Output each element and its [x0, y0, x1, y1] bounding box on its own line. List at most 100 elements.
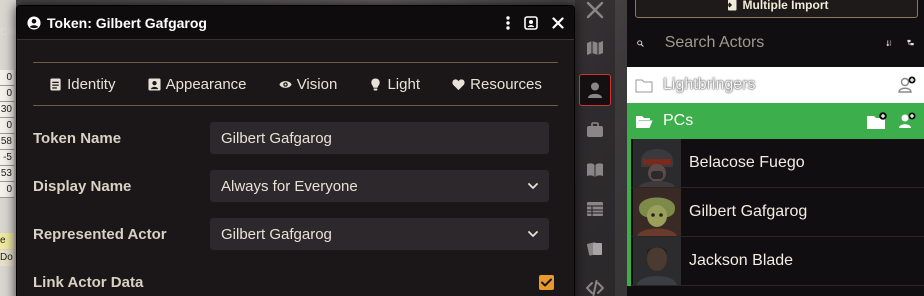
folder-pcs[interactable]: PCs — [627, 103, 924, 139]
folder-lightbringers[interactable]: Lightbringers — [627, 67, 924, 103]
collapse-folders-icon[interactable] — [907, 35, 914, 51]
link-actor-data-row: Link Actor Data — [33, 258, 558, 296]
display-name-row: Display Name Always for Everyone — [33, 162, 558, 210]
window-header[interactable]: Token: Gilbert Gafgarog — [17, 6, 574, 40]
cards-icon — [587, 242, 602, 256]
actor-entry-jackson-blade[interactable]: Jackson Blade — [631, 237, 924, 286]
menu-icon[interactable] — [506, 15, 510, 30]
user-icon — [588, 82, 602, 98]
table-icon — [587, 202, 603, 216]
actor-entry-gilbert-gafgarog[interactable]: Gilbert Gafgarog — [631, 188, 924, 237]
link-actor-data-label: Link Actor Data — [33, 273, 144, 291]
folder-actions — [898, 76, 916, 94]
sort-icon[interactable]: 12 — [886, 35, 893, 51]
multiple-import-label: Multiple Import — [742, 0, 829, 12]
actor-name: Belacose Fuego — [689, 154, 805, 171]
search-icon — [637, 39, 644, 47]
represented-actor-row: Represented Actor Gilbert Gafgarog — [33, 210, 558, 258]
tab-appearance[interactable]: Appearance — [148, 76, 247, 93]
tab-label: Resources — [470, 75, 542, 93]
display-name-value: Always for Everyone — [221, 177, 358, 195]
id-card-icon — [50, 77, 61, 91]
eye-icon — [279, 80, 292, 88]
sheet-button[interactable]: e — [0, 233, 14, 249]
code-icon — [586, 280, 604, 296]
represented-actor-select[interactable]: Gilbert Gafgarog — [210, 218, 549, 250]
checkmark-icon — [541, 278, 552, 286]
file-import-icon — [725, 0, 736, 11]
add-actor-icon[interactable] — [898, 112, 916, 130]
lightbulb-icon — [371, 77, 381, 91]
tab-label: Light — [387, 75, 420, 93]
sheet-value: 0 — [0, 86, 14, 102]
folder-name: PCs — [663, 112, 694, 129]
token-name-row: Token Name Gilbert Gafgarog — [33, 114, 558, 162]
sheet-value: 0 — [0, 70, 14, 86]
user-circle-icon — [27, 15, 41, 30]
sheet-icon[interactable] — [524, 15, 538, 30]
tab-vision[interactable]: Vision — [279, 75, 338, 93]
tab-identity[interactable]: Identity — [49, 76, 115, 93]
chevron-down-icon — [528, 183, 538, 189]
cards-tab[interactable] — [579, 233, 611, 265]
search-actors-input[interactable] — [664, 34, 872, 52]
portrait-icon — [148, 77, 161, 91]
represented-actor-value: Gilbert Gafgarog — [221, 225, 332, 243]
multiple-import-button[interactable]: Multiple Import — [635, 0, 918, 18]
sheet-value: 53 — [0, 166, 14, 182]
scenes-tab[interactable] — [579, 32, 611, 64]
add-actor-icon[interactable] — [898, 76, 916, 94]
tab-resources[interactable]: Resources — [452, 76, 542, 93]
folder-name: Lightbringers — [663, 76, 756, 93]
svg-text:2: 2 — [889, 43, 891, 47]
actors-tab[interactable] — [579, 74, 611, 106]
directory-search-row: 12 — [627, 26, 924, 60]
actor-list: Belacose Fuego Gilbert Gafgarog Jackson … — [627, 139, 924, 286]
journal-tab[interactable] — [579, 154, 611, 186]
chevron-down-icon — [528, 231, 538, 237]
create-folder-icon[interactable] — [866, 112, 888, 130]
folder-icon — [635, 79, 653, 92]
close-icon[interactable] — [552, 16, 564, 29]
tables-tab[interactable] — [579, 193, 611, 225]
tab-label: Vision — [296, 75, 338, 93]
items-tab[interactable] — [579, 114, 611, 146]
crossed-swords-icon — [586, 1, 604, 19]
tab-light[interactable]: Light — [369, 76, 420, 93]
token-name-label: Token Name — [33, 129, 122, 147]
represented-actor-label: Represented Actor — [33, 225, 167, 243]
actor-avatar — [633, 139, 681, 187]
window-controls — [506, 15, 564, 30]
sheet-button-2[interactable]: Do — [0, 250, 14, 266]
tab-label: Appearance — [165, 75, 247, 93]
sheet-value: 30 — [0, 102, 14, 118]
sheet-value: 0 — [0, 182, 14, 198]
folder-open-icon — [636, 115, 653, 128]
actor-name: Gilbert Gafgarog — [689, 203, 808, 220]
sheet-value: -5 — [0, 150, 14, 166]
token-name-input[interactable]: Gilbert Gafgarog — [210, 122, 549, 154]
display-name-label: Display Name — [33, 177, 132, 195]
actors-directory: Multiple Import 12 Lightbringers PCs — [627, 0, 924, 296]
heart-icon — [452, 78, 465, 90]
sheet-value: 0 — [0, 118, 14, 134]
close-sidebar-tab[interactable] — [579, 0, 611, 26]
tab-label: Identity — [67, 75, 116, 93]
folder-actions — [866, 112, 916, 130]
actor-entry-belacose-fuego[interactable]: Belacose Fuego — [631, 139, 924, 188]
window-title: Token: Gilbert Gafgarog — [47, 14, 207, 31]
suitcase-icon — [587, 122, 603, 137]
actor-name: Jackson Blade — [689, 252, 794, 269]
display-name-select[interactable]: Always for Everyone — [210, 170, 549, 202]
map-icon — [587, 41, 603, 55]
link-actor-data-checkbox[interactable] — [539, 274, 554, 290]
token-config-tabs: Identity Appearance Vision Light Resourc… — [33, 62, 558, 106]
token-name-value: Gilbert Gafgarog — [221, 129, 332, 147]
sheet-values-column: 0 0 30 0 58 -5 53 0 — [0, 70, 14, 198]
sheet-value: 58 — [0, 134, 14, 150]
book-icon — [587, 163, 603, 177]
macros-tab[interactable] — [579, 272, 611, 296]
actor-avatar — [633, 237, 681, 285]
actor-avatar — [633, 188, 681, 236]
sidebar-tabs — [575, 0, 615, 296]
